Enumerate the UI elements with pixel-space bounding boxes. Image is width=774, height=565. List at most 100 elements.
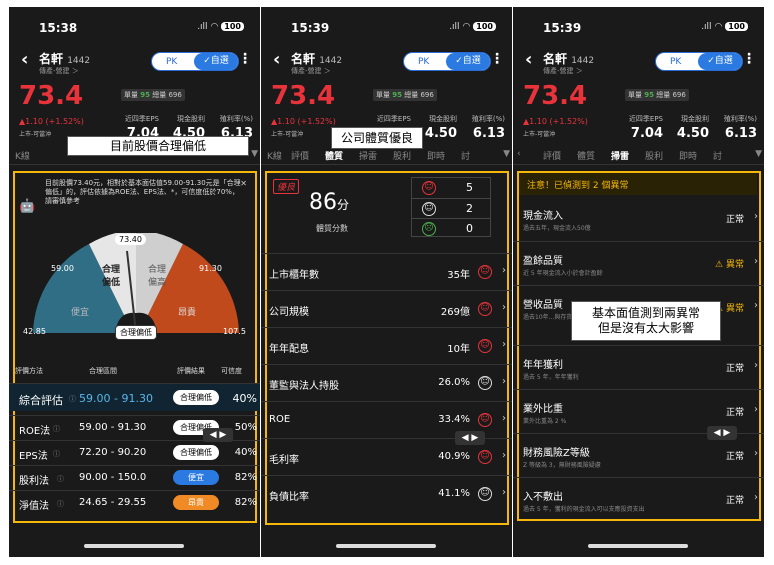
scan-status: 正常 <box>725 364 744 374</box>
smile-face-icon: ☺ <box>422 181 436 195</box>
table-row[interactable]: EPS法 ⓘ 72.20 - 90.20 合理偏低 40% <box>9 440 260 464</box>
tab-quality[interactable]: 體質 <box>577 149 595 162</box>
status-icons: .ıll ◠ 100 <box>197 22 244 32</box>
tab-discuss[interactable]: 討 <box>461 149 470 162</box>
metric-row[interactable]: 董監與法人持股 26.0% ☺ › <box>261 364 512 401</box>
tab-discuss[interactable]: 討 <box>713 149 722 162</box>
table-row[interactable]: 綜合評估 ⓘ 59.00 - 91.30 合理偏低 40% <box>9 383 260 411</box>
tab-valuation[interactable]: 評價 <box>291 149 309 162</box>
info-icon[interactable]: ⓘ <box>57 474 64 484</box>
close-icon[interactable]: ✕ <box>240 179 247 188</box>
battery-icon: 100 <box>473 22 496 31</box>
status-icons: .ıll ◠ 100 <box>701 22 748 32</box>
stock-code: 1442 <box>319 56 343 66</box>
tab-bar: ‹ 評價 體質 掃雷 股利 即時 討 ▼ <box>513 145 764 165</box>
scan-row[interactable]: 年年獲利 過去 5 年，年年獲利 正常 › <box>513 345 764 389</box>
table-row[interactable]: 淨值法 ⓘ 24.65 - 29.55 昂貴 82% <box>9 490 260 514</box>
tab-realtime[interactable]: 即時 <box>427 149 445 162</box>
badge-value: 95 <box>644 91 654 99</box>
warning-icon: ⚠ <box>715 260 724 270</box>
page-nav-arrows-icon[interactable]: ◀ ▶ <box>707 426 737 440</box>
tab-valuation[interactable]: 評價 <box>543 149 561 162</box>
metric-row[interactable]: 上市櫃年數 35年 ☺ › <box>261 253 512 290</box>
watchlist-button[interactable]: ✓自選 <box>698 53 742 70</box>
anomaly-alert: 注意！已偵測到 2 個異常 <box>519 173 757 195</box>
more-menu-icon[interactable]: ⋮ <box>490 51 504 67</box>
pk-toggle[interactable]: PK ✓自選 <box>403 52 491 71</box>
metric-row[interactable]: 負債比率 41.1% ☺ › <box>261 475 512 512</box>
back-arrow-icon[interactable]: ‹ <box>273 49 280 70</box>
info-icon[interactable]: ⓘ <box>53 424 60 434</box>
metric-label: 年年配息 <box>269 344 309 355</box>
tab-quality[interactable]: 體質 <box>325 149 343 162</box>
page-nav-arrows-icon[interactable]: ◀ ▶ <box>455 431 485 445</box>
pk-button[interactable]: PK <box>670 57 681 67</box>
sad-face-icon: ☹ <box>422 222 436 236</box>
gauge-expensive-label: 昂貴 <box>178 308 197 318</box>
gauge-cheap-label: 便宜 <box>71 308 90 318</box>
chevron-right-icon: › <box>502 413 506 424</box>
badge-label: 單量 <box>124 91 138 99</box>
scan-row[interactable]: 盈餘品質近 5 年現金流入小於會計盈餘 ⚠ 異常 › <box>513 241 764 285</box>
tab-kline-icon[interactable]: ‹ <box>517 149 521 159</box>
tab-dividend[interactable]: 股利 <box>645 149 663 162</box>
stock-industry[interactable]: 傳產-營建 ＞ <box>291 66 331 76</box>
battery-icon: 100 <box>725 22 748 31</box>
scan-row[interactable]: 現金流入 過去五年，現金流入50億 正常 › <box>513 197 764 241</box>
scan-row[interactable]: 入不敷出 過去 5 年，獲利的現金流入可以支應投資支出 正常 › <box>513 477 764 521</box>
tab-scan[interactable]: 掃雷 <box>611 149 629 162</box>
scan-title: 入不敷出 <box>523 492 563 503</box>
neutral-face-icon: ☺ <box>478 487 492 501</box>
gauge-price-tag: 73.40 <box>115 234 146 245</box>
watchlist-button[interactable]: ✓自選 <box>194 53 238 70</box>
valuation-tip: 🤖 目前股價73.40元，相對於基本面估值59.00-91.30元是「合理偏低」… <box>15 177 253 237</box>
pk-toggle[interactable]: PK ✓自選 <box>151 52 239 71</box>
tab-kline[interactable]: K線 <box>267 149 282 162</box>
badge-total: 總量 696 <box>404 91 434 99</box>
info-icon[interactable]: ⓘ <box>57 499 64 509</box>
back-arrow-icon[interactable]: ‹ <box>525 49 532 70</box>
battery-icon: 100 <box>221 22 244 31</box>
back-arrow-icon[interactable]: ‹ <box>21 49 28 70</box>
eps-label: 近四季EPS <box>628 115 663 123</box>
tab-menu-icon[interactable]: ▼ <box>755 149 762 159</box>
stock-industry[interactable]: 傳產-營建 ＞ <box>39 66 79 76</box>
phone-screen-1: 15:38 .ıll ◠ 100 ‹ 名軒 1442 傳產-營建 ＞ PK ✓自選 … <box>9 7 260 557</box>
annotation-callout: 公司體質優良 <box>331 127 423 149</box>
smile-face-icon: ☺ <box>478 302 492 316</box>
tab-kline[interactable]: K線 <box>15 149 30 162</box>
status-bar: 15:38 .ıll ◠ 100 <box>9 7 260 39</box>
annotation-callout: 基本面值測到兩異常 但是沒有太大影響 <box>571 301 721 341</box>
more-menu-icon[interactable]: ⋮ <box>238 51 252 67</box>
yield-value: 6.13 <box>724 126 757 141</box>
pk-button[interactable]: PK <box>418 57 429 67</box>
badge-total: 總量 696 <box>656 91 686 99</box>
pk-button[interactable]: PK <box>166 57 177 67</box>
status-icons: .ıll ◠ 100 <box>449 22 496 32</box>
tab-scan[interactable]: 掃雷 <box>359 149 377 162</box>
stock-price: 73.4 <box>19 81 84 111</box>
pk-toggle[interactable]: PK ✓自選 <box>655 52 743 71</box>
row-confidence: 40% <box>232 392 257 405</box>
tab-dividend[interactable]: 股利 <box>393 149 411 162</box>
stock-name-text: 名軒 <box>291 52 316 66</box>
metric-label: 負債比率 <box>269 492 309 503</box>
alert-text: 注意！已偵測到 2 個異常 <box>527 181 629 191</box>
dividend-value: 4.50 <box>424 126 457 141</box>
watchlist-button[interactable]: ✓自選 <box>446 53 490 70</box>
tab-realtime[interactable]: 即時 <box>679 149 697 162</box>
chevron-right-icon: › <box>754 404 758 415</box>
metric-row[interactable]: 公司規模 269億 ☺ › <box>261 290 512 327</box>
page-nav-arrows-icon[interactable]: ◀ ▶ <box>203 428 233 442</box>
metric-row[interactable]: 年年配息 10年 ☺ › <box>261 327 512 364</box>
info-icon[interactable]: ⓘ <box>53 449 60 459</box>
chevron-right-icon: › <box>754 300 758 311</box>
table-row[interactable]: 股利法 ⓘ 90.00 - 150.0 便宜 82% <box>9 465 260 489</box>
tab-menu-icon[interactable]: ▼ <box>503 149 510 159</box>
more-menu-icon[interactable]: ⋮ <box>742 51 756 67</box>
chevron-right-icon: › <box>502 302 506 313</box>
metric-value: 40.9% <box>438 451 470 462</box>
tab-menu-icon[interactable]: ▼ <box>251 149 258 159</box>
info-icon[interactable]: ⓘ <box>69 394 76 404</box>
stock-industry[interactable]: 傳產-營建 ＞ <box>543 66 583 76</box>
